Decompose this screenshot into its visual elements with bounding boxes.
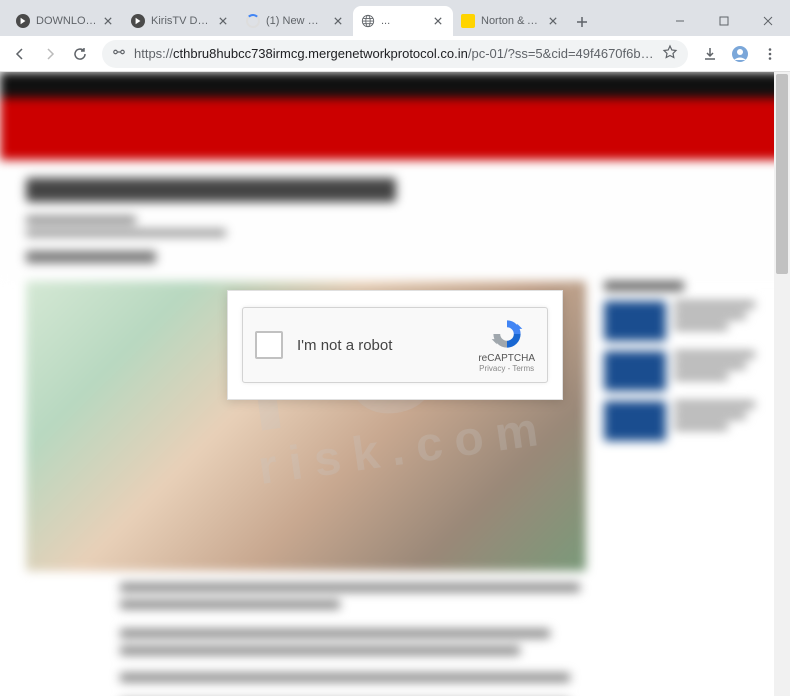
favicon-globe-icon	[361, 14, 375, 28]
recaptcha-branding: reCAPTCHA Privacy - Terms	[478, 317, 535, 373]
recaptcha-checkbox[interactable]	[255, 331, 283, 359]
tab-2[interactable]: KirisTV Download	[123, 6, 238, 36]
tab-title: (1) New Message!	[266, 15, 327, 27]
recaptcha-popup: I'm not a robot reCAPTCHA Privacy - Term…	[227, 290, 563, 400]
tab-title: ...	[381, 15, 427, 27]
favicon-loading-icon	[246, 14, 260, 28]
back-button[interactable]	[6, 40, 34, 68]
tab-close-icon[interactable]	[431, 14, 445, 28]
scrollbar[interactable]	[774, 72, 790, 696]
menu-icon[interactable]	[756, 40, 784, 68]
recaptcha-links: Privacy - Terms	[478, 364, 535, 373]
recaptcha-label: I'm not a robot	[297, 337, 478, 354]
tab-5[interactable]: Norton & AntiVirus	[453, 6, 568, 36]
favicon-play-icon	[131, 14, 145, 28]
minimize-button[interactable]	[658, 6, 702, 36]
tab-close-icon[interactable]	[101, 14, 115, 28]
tab-title: KirisTV Download	[151, 15, 212, 27]
favicon-play-icon	[16, 14, 30, 28]
url-path: /pc-01/?ss=5&cid=49f4670f6b8724b167d3&li…	[468, 46, 654, 61]
new-tab-button[interactable]	[568, 8, 596, 36]
tab-title: DOWNLOAD: Red	[36, 15, 97, 27]
recaptcha-logo-icon	[490, 317, 524, 351]
tab-close-icon[interactable]	[216, 14, 230, 28]
tab-close-icon[interactable]	[331, 14, 345, 28]
tabs-container: DOWNLOAD: Red KirisTV Download (1) New M…	[8, 0, 658, 36]
url-protocol: https://	[134, 46, 173, 61]
recaptcha-terms-link[interactable]: Terms	[512, 364, 534, 373]
site-info-icon[interactable]	[112, 45, 126, 62]
recaptcha-widget: I'm not a robot reCAPTCHA Privacy - Term…	[242, 307, 548, 383]
favicon-norton-icon	[461, 14, 475, 28]
profile-icon[interactable]	[726, 40, 754, 68]
window-controls	[658, 6, 790, 36]
url-text: https://cthbru8hubcc738irmcg.mergenetwor…	[134, 46, 654, 61]
tab-1[interactable]: DOWNLOAD: Red	[8, 6, 123, 36]
recaptcha-brand-text: reCAPTCHA	[478, 353, 535, 364]
tab-title: Norton & AntiVirus	[481, 15, 542, 27]
address-bar[interactable]: https://cthbru8hubcc738irmcg.mergenetwor…	[102, 40, 688, 68]
browser-toolbar: https://cthbru8hubcc738irmcg.mergenetwor…	[0, 36, 790, 72]
bookmark-star-icon[interactable]	[662, 44, 678, 63]
recaptcha-privacy-link[interactable]: Privacy	[479, 364, 505, 373]
scrollbar-thumb[interactable]	[776, 74, 788, 274]
url-domain: cthbru8hubcc738irmcg.mergenetworkprotoco…	[173, 46, 468, 61]
maximize-button[interactable]	[702, 6, 746, 36]
close-window-button[interactable]	[746, 6, 790, 36]
forward-button[interactable]	[36, 40, 64, 68]
tab-3[interactable]: (1) New Message!	[238, 6, 353, 36]
downloads-icon[interactable]	[696, 40, 724, 68]
tab-4-active[interactable]: ...	[353, 6, 453, 36]
tab-close-icon[interactable]	[546, 14, 560, 28]
page-content: PC risk.com I'm not a robot reCAPTCHA	[0, 72, 790, 696]
reload-button[interactable]	[66, 40, 94, 68]
browser-title-bar: DOWNLOAD: Red KirisTV Download (1) New M…	[0, 0, 790, 36]
blurred-headline	[26, 178, 396, 202]
